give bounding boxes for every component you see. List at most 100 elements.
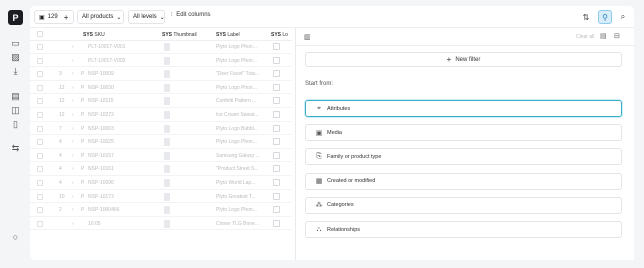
edit-columns-label: Edit columns <box>176 12 211 18</box>
row-sku: NSP-10025 <box>88 139 114 146</box>
product-icon[interactable]: ▭ <box>10 38 21 49</box>
expand-chevron-icon[interactable]: › <box>72 153 74 159</box>
row-checkbox[interactable] <box>37 44 43 50</box>
expand-chevron-icon[interactable]: › <box>72 194 74 200</box>
filter-option-attributes[interactable]: ⌖ Attributes <box>305 100 622 117</box>
row-checkbox[interactable] <box>37 139 43 146</box>
levels-select-value: All levels <box>133 14 157 20</box>
row-sku: NSP-10157 <box>88 152 114 159</box>
row-level: 12 <box>59 112 65 118</box>
select-all-checkbox[interactable] <box>37 31 43 37</box>
download-icon[interactable]: ⤓ <box>10 66 21 77</box>
sidebar-toggle-icon[interactable]: ▥ <box>304 33 311 41</box>
arrows-icon[interactable]: ⇆ <box>10 143 21 154</box>
table-row[interactable]: 12 › P NSP-10115 Confetti Pattern ... <box>30 95 292 108</box>
app-logo[interactable]: P <box>8 10 23 25</box>
filter-button[interactable]: ⚲ <box>598 10 612 24</box>
expand-chevron-icon[interactable]: › <box>72 112 74 118</box>
row-checkbox[interactable] <box>37 71 43 78</box>
expand-chevron-icon[interactable]: › <box>72 71 74 77</box>
row-thumbnail <box>164 192 170 201</box>
left-sidebar: P ▭ ▨ ⤓ ▤ ◫ ▯ ⇆ ○ <box>0 0 30 268</box>
selection-count-box[interactable]: ▣ 129 + <box>34 10 74 24</box>
expand-chevron-icon[interactable]: › <box>72 139 74 145</box>
row-sku: NSP-10030 <box>88 84 114 91</box>
table-row[interactable]: 4 › P NSP-10161 "Product Street S... <box>30 163 292 176</box>
table-row[interactable]: 4 › P NSP-10096 Plyto World Lap... <box>30 177 292 190</box>
item-count: 129 <box>47 14 58 20</box>
save-filter-icon[interactable]: ▤ <box>600 32 607 40</box>
filter-option-created-or-modified[interactable]: ▦ Created or modified <box>305 172 622 190</box>
sort-button[interactable]: ⇅ <box>579 10 593 24</box>
row-level: 12 <box>59 84 65 91</box>
row-checkbox[interactable] <box>37 207 43 214</box>
expand-chevron-icon[interactable]: › <box>72 58 74 64</box>
row-checkbox[interactable] <box>37 112 43 118</box>
row-thumbnail <box>164 111 170 119</box>
table-row[interactable]: › 10:05 Cinner TLG Bone... <box>30 218 292 231</box>
row-type-prefix: P <box>81 112 85 118</box>
search-button[interactable]: ⌕ <box>616 10 630 24</box>
column-header-sku[interactable]: SYS SKU <box>83 32 105 38</box>
filter-option-label: Family or product type <box>327 153 382 160</box>
filter-icon: ⚲ <box>602 12 608 22</box>
table-row[interactable]: 12 › P NSP-10030 Plyto Logo Phon... <box>30 82 292 95</box>
new-filter-button[interactable]: + New filter <box>305 52 622 67</box>
filter-option-categories[interactable]: ⁂ Categories <box>305 196 622 214</box>
expand-chevron-icon[interactable]: › <box>72 85 74 91</box>
products-select[interactable]: All products ⌄ <box>77 10 124 24</box>
row-type-prefix: P <box>81 152 85 159</box>
table-row[interactable]: 4 › P NSP-10025 Plyto Logo Phon... <box>30 136 292 149</box>
table-row[interactable]: 4 › P NSP-10157 Samsung Galaxy ... <box>30 150 292 163</box>
row-type-prefix: P <box>81 180 85 186</box>
row-checkbox[interactable] <box>37 84 43 91</box>
filter-panel-header: ▥ Clear all ▤ ⊟ <box>296 28 635 46</box>
expand-chevron-icon[interactable]: › <box>72 166 74 172</box>
table-row[interactable]: 2 › P NSP-1000466 Plyto Logo Phon... <box>30 204 292 217</box>
row-checkbox[interactable] <box>37 166 43 173</box>
expand-chevron-icon[interactable]: › <box>72 98 74 104</box>
help-icon[interactable]: ○ <box>10 232 21 243</box>
row-checkbox[interactable] <box>37 125 43 132</box>
clear-all-button[interactable]: Clear all <box>576 34 594 40</box>
table-row[interactable]: › PLT-10017-V001 Plyto Logo Phon... <box>30 41 292 54</box>
row-label: Plyto Greatest T... <box>216 193 256 200</box>
filter-option-relationships[interactable]: ⛬ Relationships <box>305 221 622 238</box>
expand-chevron-icon[interactable]: › <box>72 126 74 132</box>
column-header-thumbnail[interactable]: SYS Thumbnail <box>162 32 197 38</box>
row-checkbox[interactable] <box>37 152 43 159</box>
filter-option-family-or-product-type[interactable]: ⎘ Family or product type <box>305 148 622 166</box>
book-icon[interactable]: ▯ <box>10 119 21 130</box>
row-thumbnail <box>164 151 170 160</box>
row-checkbox[interactable] <box>37 220 43 227</box>
column-header-label[interactable]: SYS Label <box>216 32 240 38</box>
filter-option-media[interactable]: ▣ Media <box>305 124 622 142</box>
expand-chevron-icon[interactable]: › <box>72 207 74 213</box>
row-label: Samsung Galaxy ... <box>216 152 260 159</box>
table-row[interactable]: 10 › P NSP-10172 Plyto Greatest T... <box>30 191 292 204</box>
layers-icon[interactable]: ▤ <box>10 91 21 102</box>
table-row[interactable]: 12 › P NSP-10272 Ice Cream Sweat... <box>30 109 292 122</box>
table-row[interactable]: 7 › P NSP-10003 Plyto Logo Bubbl... <box>30 123 292 136</box>
row-checkbox[interactable] <box>37 57 43 64</box>
new-filter-label: New filter <box>455 56 481 63</box>
table-row[interactable]: › PLT-10017-V002 Plyto Logo Phon... <box>30 55 292 68</box>
row-thumbnail <box>164 56 170 65</box>
expand-chevron-icon[interactable]: › <box>72 221 74 227</box>
expand-chevron-icon[interactable]: › <box>72 180 74 186</box>
load-filter-icon[interactable]: ⊟ <box>614 32 620 40</box>
expand-chevron-icon[interactable]: › <box>72 44 74 50</box>
row-label: Confetti Pattern ... <box>216 98 257 105</box>
table-row[interactable]: 3 › P NSP-10009 "Deer Facet" Trav... <box>30 68 292 81</box>
edit-columns-button[interactable]: ⫶ Edit columns <box>171 12 211 19</box>
row-sku: NSP-10161 <box>88 166 114 173</box>
row-checkbox[interactable] <box>37 193 43 200</box>
row-checkbox[interactable] <box>37 98 43 105</box>
levels-select[interactable]: All levels ⌄ <box>128 10 165 24</box>
add-icon[interactable]: + <box>64 13 69 22</box>
row-level: 12 <box>59 98 65 105</box>
column-header-extra[interactable]: SYS Lo <box>271 32 288 38</box>
bag-icon[interactable]: ◫ <box>10 105 21 116</box>
image-icon[interactable]: ▨ <box>10 52 21 63</box>
row-checkbox[interactable] <box>37 180 43 186</box>
